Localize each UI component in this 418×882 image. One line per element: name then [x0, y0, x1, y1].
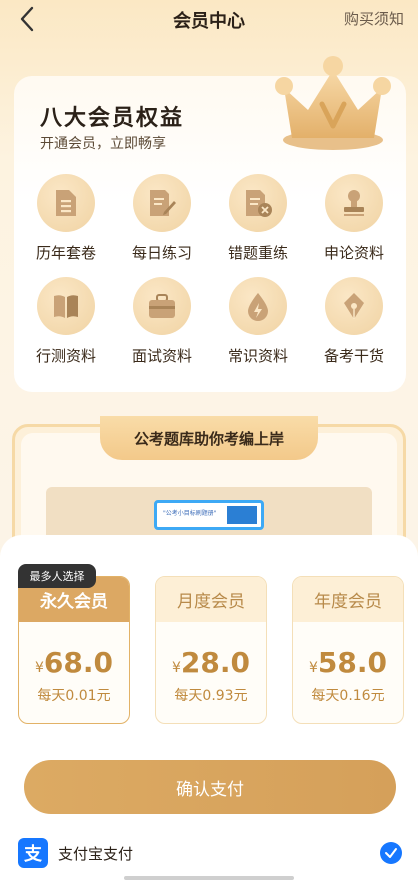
rights-item-label: 备考干货	[323, 347, 384, 365]
home-indicator	[124, 876, 294, 880]
rights-item-label: 申论资料	[323, 244, 384, 262]
most-popular-badge: 最多人选择	[18, 564, 96, 588]
rights-item-label: 行测资料	[35, 347, 96, 365]
rights-grid: 历年套卷 每日练习 错题重练 申论资料 行测资料 面试资料 常识资料 备考干货	[18, 174, 402, 380]
plan-price: ¥58.0	[308, 646, 387, 679]
pen-nib-icon	[325, 277, 383, 335]
promo-screen-text: "公考小目标刷题册"	[163, 510, 217, 517]
rights-item-label: 常识资料	[227, 347, 288, 365]
plan-name: 年度会员	[293, 577, 403, 622]
header: 会员中心 购买须知	[0, 0, 418, 44]
rights-item-label: 面试资料	[131, 347, 192, 365]
rights-item[interactable]: 备考干货	[306, 277, 402, 366]
plan-card-monthly[interactable]: 月度会员 ¥28.0 每天0.93元	[155, 576, 267, 724]
member-rights-card: 八大会员权益 开通会员，立即畅享 历年套卷 每日练习 错题重练 申论资料 行测资…	[14, 56, 406, 392]
briefcase-icon	[133, 277, 191, 335]
rights-item-label: 每日练习	[131, 244, 192, 262]
confirm-pay-button[interactable]: 确认支付	[24, 760, 396, 814]
plan-price: ¥68.0	[34, 646, 113, 679]
promo-title: 公考题库助你考编上岸	[100, 416, 318, 460]
plan-price: ¥28.0	[171, 646, 250, 679]
rights-item[interactable]: 错题重练	[210, 174, 306, 263]
plan-per-day: 每天0.01元	[37, 688, 111, 704]
rights-item[interactable]: 历年套卷	[18, 174, 114, 263]
promo-logo-icon	[227, 506, 257, 524]
rights-item[interactable]: 常识资料	[210, 277, 306, 366]
purchase-notice-link[interactable]: 购买须知	[344, 8, 404, 29]
edit-note-icon	[133, 174, 191, 232]
checkmark-icon[interactable]	[380, 842, 402, 864]
rights-subtitle: 开通会员，立即畅享	[40, 136, 166, 152]
rights-item[interactable]: 面试资料	[114, 277, 210, 366]
lightning-drop-icon	[229, 277, 287, 335]
plan-per-day: 每天0.93元	[174, 688, 248, 704]
plan-name: 月度会员	[156, 577, 266, 622]
book-icon	[37, 277, 95, 335]
rights-item[interactable]: 申论资料	[306, 174, 402, 263]
plan-card-yearly[interactable]: 年度会员 ¥58.0 每天0.16元	[292, 576, 404, 724]
rights-item[interactable]: 每日练习	[114, 174, 210, 263]
rights-item[interactable]: 行测资料	[18, 277, 114, 366]
promo-screen: "公考小目标刷题册"	[154, 500, 264, 530]
wrong-question-icon	[229, 174, 287, 232]
document-icon	[37, 174, 95, 232]
payment-method-label: 支付宝支付	[58, 845, 134, 863]
plan-card-permanent[interactable]: 永久会员 ¥68.0 每天0.01元	[18, 576, 130, 724]
payment-method-row[interactable]: 支 支付宝支付	[18, 838, 402, 868]
alipay-icon: 支	[18, 838, 48, 868]
rights-item-label: 历年套卷	[35, 244, 96, 262]
stamp-icon	[325, 174, 383, 232]
crown-icon	[275, 56, 391, 150]
plan-per-day: 每天0.16元	[311, 688, 385, 704]
rights-title: 八大会员权益	[40, 106, 185, 131]
rights-item-label: 错题重练	[227, 244, 288, 262]
